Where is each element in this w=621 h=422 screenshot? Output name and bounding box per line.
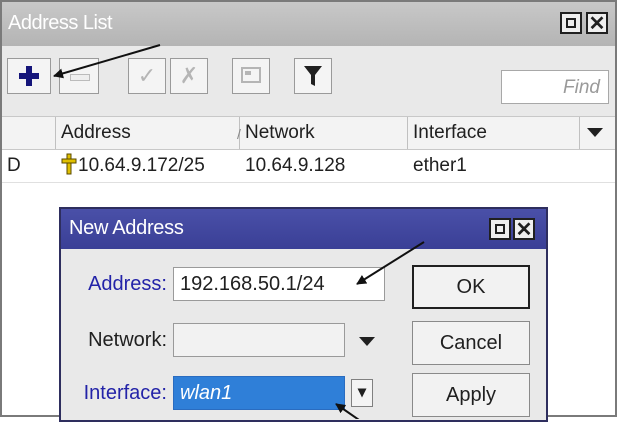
address-field[interactable]: 192.168.50.1/24 [173, 267, 385, 301]
dialog-titlebar[interactable]: New Address ✕ [61, 209, 546, 249]
dialog-title: New Address [69, 217, 184, 239]
restore-icon [566, 18, 576, 28]
remove-button[interactable] [59, 58, 99, 94]
row-flag: D [7, 155, 21, 176]
window-titlebar[interactable]: Address List ✕ [2, 2, 615, 46]
columns-menu-icon[interactable] [587, 128, 603, 137]
disable-button[interactable]: ✗ [170, 58, 208, 94]
apply-button[interactable]: Apply [412, 373, 530, 417]
check-icon: ✓ [137, 63, 157, 88]
column-header-network[interactable]: Network [240, 117, 408, 149]
new-address-dialog: New Address ✕ Address: 192.168.50.1/24 N… [59, 207, 548, 422]
cross-icon: ✗ [179, 63, 199, 88]
comment-icon [241, 67, 261, 83]
row-network: 10.64.9.128 [245, 155, 346, 176]
column-header-address-label: Address [61, 122, 131, 143]
cancel-button[interactable]: Cancel [412, 321, 530, 365]
find-input[interactable]: Find [501, 70, 609, 104]
minus-icon [70, 74, 90, 81]
address-field-value: 192.168.50.1/24 [180, 273, 325, 295]
column-header-network-label: Network [245, 122, 315, 143]
table-row[interactable]: D 10.64.9.172/25 10.64.9.128 ether1 [2, 150, 615, 183]
restore-window-button[interactable] [560, 12, 582, 34]
dialog-restore-button[interactable] [489, 218, 511, 240]
row-address: 10.64.9.172/25 [78, 155, 205, 176]
close-icon: ✕ [588, 13, 606, 35]
row-address-cell: 10.64.9.172/25 [56, 150, 240, 182]
interface-dropdown-button[interactable]: ▾ [351, 379, 373, 407]
row-interface: ether1 [413, 155, 467, 176]
network-label: Network: [88, 329, 167, 351]
close-window-button[interactable]: ✕ [586, 12, 608, 35]
column-header-interface[interactable]: Interface [408, 117, 580, 149]
restore-icon [495, 224, 505, 234]
interface-label: Interface: [83, 382, 167, 404]
add-button[interactable] [7, 58, 51, 94]
find-placeholder: Find [563, 77, 600, 98]
network-dropdown-icon[interactable] [359, 337, 375, 346]
ok-button[interactable]: OK [412, 265, 530, 309]
filter-button[interactable] [294, 58, 332, 94]
interface-field-value: wlan1 [180, 382, 233, 404]
close-icon: ✕ [515, 219, 533, 241]
network-field[interactable] [173, 323, 345, 357]
column-header-address[interactable]: Address / [56, 117, 241, 149]
column-header-interface-label: Interface [413, 122, 487, 143]
address-label: Address: [88, 273, 167, 295]
filter-icon [304, 66, 322, 86]
dialog-close-button[interactable]: ✕ [513, 218, 535, 241]
interface-field[interactable]: wlan1 [173, 376, 345, 410]
window-title: Address List [8, 12, 113, 34]
dropdown-arrow-icon: ▾ [357, 384, 367, 401]
enable-button[interactable]: ✓ [128, 58, 166, 94]
toolbar: ✓ ✗ Find [2, 46, 615, 116]
column-header-flag[interactable] [2, 117, 56, 149]
table-header: Address / Network Interface [2, 116, 615, 150]
plus-icon [19, 66, 39, 86]
address-plus-icon [61, 153, 77, 175]
comment-button[interactable] [232, 58, 270, 94]
